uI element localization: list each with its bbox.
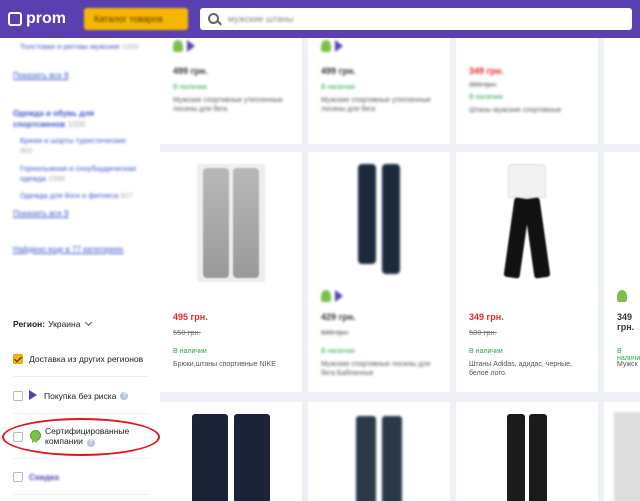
product-title[interactable]: Штаны мужские спортивные — [469, 106, 589, 115]
product-price: 349 грн. — [469, 312, 504, 322]
catalog-button[interactable]: Каталог товаров — [84, 8, 188, 30]
product-price: 349 грн. — [617, 312, 635, 332]
region-label: Регион: — [13, 319, 46, 329]
divider — [13, 458, 148, 459]
product-image[interactable] — [349, 416, 409, 501]
safe-purchase-icon — [29, 390, 39, 401]
product-card[interactable]: 349 грн. В наличии Мужск — [604, 152, 640, 392]
filter-label: Доставка из других регионов — [29, 354, 144, 364]
more-categories-link[interactable]: Найдено еще в 77 категориях — [13, 245, 124, 254]
certified-badge-icon — [321, 40, 331, 52]
divider — [13, 413, 148, 414]
product-title[interactable]: Мужские спортивные утепленные лосины для… — [321, 96, 441, 114]
certified-badge-icon — [173, 40, 183, 52]
old-price: 550 грн. — [173, 328, 201, 337]
subcategory-link[interactable]: Горнолыжная и сноубордическая одежда 199… — [20, 164, 145, 184]
availability: В наличии — [321, 348, 355, 355]
product-card[interactable] — [604, 402, 640, 501]
show-all-link[interactable]: Показать все 8 — [13, 71, 69, 80]
category-heading[interactable]: Одежда и обувь для спортсменов 1000 — [13, 108, 113, 130]
discount-checkbox[interactable] — [13, 472, 23, 482]
product-image[interactable] — [185, 414, 277, 501]
availability: В наличии — [469, 348, 503, 355]
filter-safe-purchase[interactable]: Покупка без риска ? — [13, 390, 129, 401]
product-card[interactable] — [604, 38, 640, 144]
product-card[interactable] — [160, 402, 302, 501]
product-image[interactable] — [344, 164, 414, 282]
subcategory-link[interactable]: Одежда для йоги и фитнеса 827 — [20, 191, 155, 201]
product-image[interactable] — [487, 164, 567, 282]
old-price: 399 грн. — [469, 80, 497, 89]
subcategory-link[interactable]: Брюки и шорты туристические 900 — [20, 136, 130, 156]
safe-badge-icon — [335, 290, 343, 302]
old-price: 500 грн. — [321, 328, 349, 337]
product-card[interactable]: 349 грн. 500 грн. В наличии Штаны Adidas… — [456, 152, 598, 392]
product-grid: 499 грн. В наличии Мужские спортивные ут… — [160, 38, 640, 501]
safe-purchase-checkbox[interactable] — [13, 390, 23, 401]
filter-delivery[interactable]: Доставка из других регионов — [13, 354, 143, 364]
product-price: 429 грн. — [321, 312, 356, 322]
search-input[interactable]: мужские штаны — [200, 8, 632, 30]
search-query: мужские штаны — [228, 14, 294, 24]
product-title[interactable]: Брюки,штаны спортивные NIKE — [173, 360, 293, 369]
product-price: 349 грн. — [469, 66, 504, 76]
product-price: 495 грн. — [173, 312, 208, 322]
safe-badge-icon — [335, 40, 343, 52]
region-selector[interactable]: Регион: Украина — [13, 318, 93, 329]
filter-discount[interactable]: Скидка — [13, 472, 59, 482]
divider — [13, 494, 148, 495]
highlight-ellipse — [2, 418, 160, 456]
search-icon — [208, 13, 219, 24]
top-header: prom Каталог товаров мужские штаны — [0, 0, 640, 38]
product-title[interactable]: Мужские спортивные утепленные лосины для… — [173, 96, 293, 114]
product-title[interactable]: Мужские спортивные лосины для бега Бабла… — [321, 360, 441, 378]
product-title[interactable]: Штаны Adidas, адидас, черные, белое лого… — [469, 360, 589, 378]
availability: В наличии — [173, 348, 207, 355]
category-link[interactable]: Толстовки и реглаы мужские 1000 — [20, 42, 140, 52]
certified-badge-icon — [617, 290, 627, 302]
help-icon[interactable]: ? — [120, 391, 129, 400]
filter-label: Скидка — [29, 472, 59, 482]
product-card[interactable]: 499 грн. В наличии Мужские спортивные ут… — [160, 38, 302, 144]
product-card[interactable] — [456, 402, 598, 501]
product-price: 499 грн. — [173, 66, 208, 76]
divider — [13, 376, 148, 377]
show-all-link[interactable]: Показать все 9 — [13, 209, 69, 218]
delivery-checkbox[interactable] — [13, 354, 23, 364]
chevron-down-icon — [85, 318, 93, 327]
product-price: 499 грн. — [321, 66, 356, 76]
product-card[interactable]: 499 грн. В наличии Мужские спортивные ут… — [308, 38, 450, 144]
logo-icon — [8, 12, 22, 26]
product-card[interactable] — [308, 402, 450, 501]
product-card[interactable]: 429 грн. 500 грн. В наличии Мужские спор… — [308, 152, 450, 392]
availability: В наличии — [173, 84, 207, 91]
logo-text: prom — [26, 10, 66, 27]
certified-badge-icon — [321, 290, 331, 302]
product-title[interactable]: Мужск — [617, 360, 640, 369]
region-value: Украина — [48, 319, 81, 329]
old-price: 500 грн. — [469, 328, 497, 337]
safe-badge-icon — [187, 40, 195, 52]
availability: В наличии — [321, 84, 355, 91]
filter-label: Покупка без риска — [44, 390, 117, 401]
product-card[interactable]: 349 грн. 399 грн. В наличии Штаны мужски… — [456, 38, 598, 144]
prom-logo[interactable]: prom — [8, 8, 66, 30]
product-image[interactable] — [502, 414, 552, 501]
product-card[interactable]: 495 грн. 550 грн. В наличии Брюки,штаны … — [160, 152, 302, 392]
availability: В наличии — [469, 94, 503, 101]
product-image[interactable] — [197, 164, 265, 282]
